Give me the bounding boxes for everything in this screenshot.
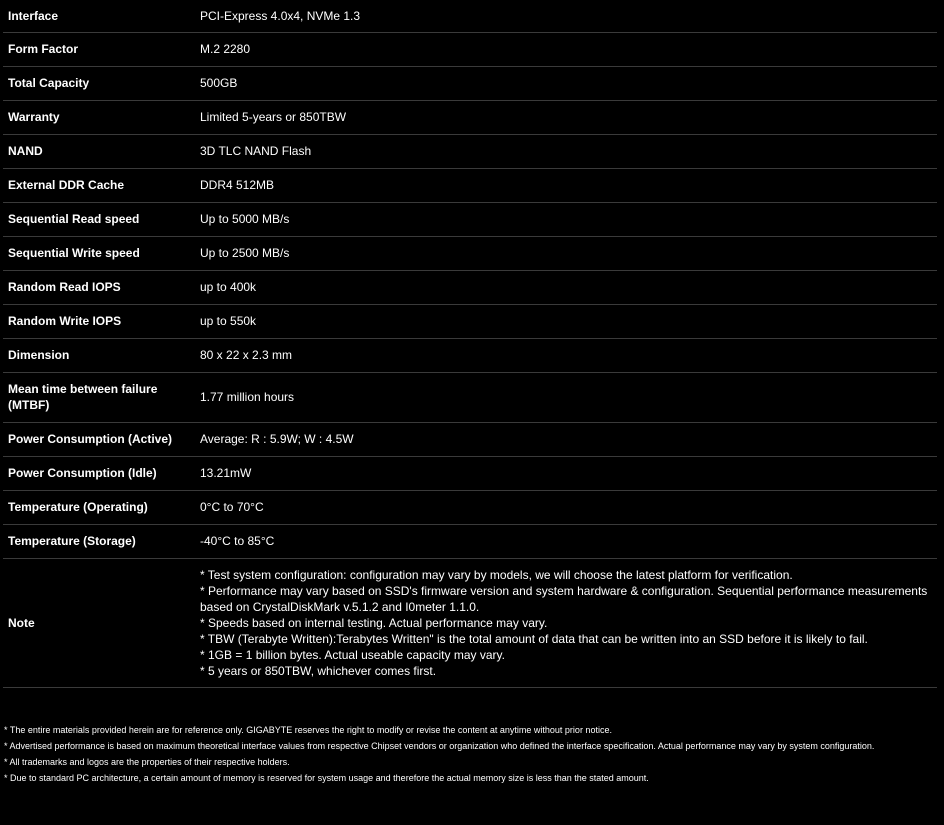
- note-row: Note * Test system configuration: configu…: [3, 558, 937, 687]
- spec-label: Total Capacity: [8, 76, 90, 90]
- spec-row: Sequential Write speed Up to 2500 MB/s: [3, 236, 937, 270]
- spec-row: Warranty Limited 5-years or 850TBW: [3, 100, 937, 134]
- spec-value: up to 550k: [200, 314, 257, 328]
- disclaimer-footer: * The entire materials provided herein a…: [4, 722, 934, 786]
- spec-row: Dimension 80 x 22 x 2.3 mm: [3, 338, 937, 372]
- spec-row: Random Read IOPS up to 400k: [3, 270, 937, 304]
- note-line: * TBW (Terabyte Written):Terabytes Writt…: [200, 631, 868, 646]
- spec-label: Sequential Write speed: [8, 246, 140, 260]
- spec-row: Temperature (Storage) -40°C to 85°C: [3, 524, 937, 558]
- spec-value: 80 x 22 x 2.3 mm: [200, 348, 293, 362]
- spec-value: 500GB: [200, 76, 238, 90]
- spec-row: NAND 3D TLC NAND Flash: [3, 134, 937, 168]
- note-line: * Performance may vary based on SSD's fi…: [200, 583, 928, 614]
- disclaimer-line: * Advertised performance is based on max…: [4, 741, 875, 751]
- spec-row: Mean time between failure (MTBF) 1.77 mil…: [3, 372, 937, 422]
- note-content: * Test system configuration: configurati…: [195, 558, 937, 687]
- note-line: * Speeds based on internal testing. Actu…: [200, 615, 548, 630]
- spec-label: Sequential Read speed: [8, 212, 140, 226]
- spec-row: Temperature (Operating) 0°C to 70°C: [3, 490, 937, 524]
- spec-value: Limited 5-years or 850TBW: [200, 110, 347, 124]
- note-line: * 1GB = 1 billion bytes. Actual useable …: [200, 647, 505, 662]
- spec-label: Power Consumption (Active): [8, 432, 173, 446]
- spec-label: Temperature (Operating): [8, 500, 148, 514]
- spec-value: Average: R : 5.9W; W : 4.5W: [200, 432, 354, 446]
- spec-value: 13.21mW: [200, 466, 252, 480]
- spec-label: Interface: [8, 8, 59, 23]
- spec-label: Power Consumption (Idle): [8, 466, 157, 480]
- spec-value: DDR4 512MB: [200, 178, 275, 192]
- spec-label: Random Write IOPS: [8, 314, 122, 328]
- note-line: * Test system configuration: configurati…: [200, 567, 793, 582]
- spec-label: Form Factor: [8, 42, 79, 56]
- note-label: Note: [8, 615, 35, 630]
- disclaimer-line: * The entire materials provided herein a…: [4, 725, 612, 735]
- spec-value: 0°C to 70°C: [200, 500, 264, 514]
- spec-label: Temperature (Storage): [8, 534, 136, 548]
- spec-label: Dimension: [8, 348, 70, 362]
- spec-row: Power Consumption (Active) Average: R : 5…: [3, 422, 937, 456]
- note-line: * 5 years or 850TBW, whichever comes fir…: [200, 663, 437, 678]
- spec-label: External DDR Cache: [8, 178, 125, 192]
- disclaimer-line: * All trademarks and logos are the prope…: [4, 757, 290, 767]
- spec-value: 3D TLC NAND Flash: [200, 144, 312, 158]
- spec-value: Up to 5000 MB/s: [200, 212, 290, 226]
- spec-row: Total Capacity 500GB: [3, 66, 937, 100]
- spec-row: Random Write IOPS up to 550k: [3, 304, 937, 338]
- spec-value: M.2 2280: [200, 42, 251, 56]
- spec-value: -40°C to 85°C: [200, 534, 275, 548]
- spec-table: Interface PCI-Express 4.0x4, NVMe 1.3 Form…: [3, 0, 937, 688]
- spec-label: Mean time between failure (MTBF): [8, 382, 158, 412]
- spec-row: Sequential Read speed Up to 5000 MB/s: [3, 202, 937, 236]
- spec-table-body: Interface PCI-Express 4.0x4, NVMe 1.3 Form…: [3, 0, 937, 687]
- spec-row: Power Consumption (Idle) 13.21mW: [3, 456, 937, 490]
- spec-value: up to 400k: [200, 280, 257, 294]
- disclaimer-line: * Due to standard PC architecture, a cer…: [4, 773, 649, 783]
- spec-row: Form Factor M.2 2280: [3, 32, 937, 66]
- spec-label: Random Read IOPS: [8, 280, 121, 294]
- spec-row: External DDR Cache DDR4 512MB: [3, 168, 937, 202]
- spec-label: NAND: [8, 144, 43, 158]
- spec-value: Up to 2500 MB/s: [200, 246, 290, 260]
- spec-label: Warranty: [8, 110, 60, 124]
- spec-row: Interface PCI-Express 4.0x4, NVMe 1.3: [3, 0, 937, 32]
- spec-value: PCI-Express 4.0x4, NVMe 1.3: [200, 8, 361, 23]
- spec-value: 1.77 million hours: [200, 390, 295, 404]
